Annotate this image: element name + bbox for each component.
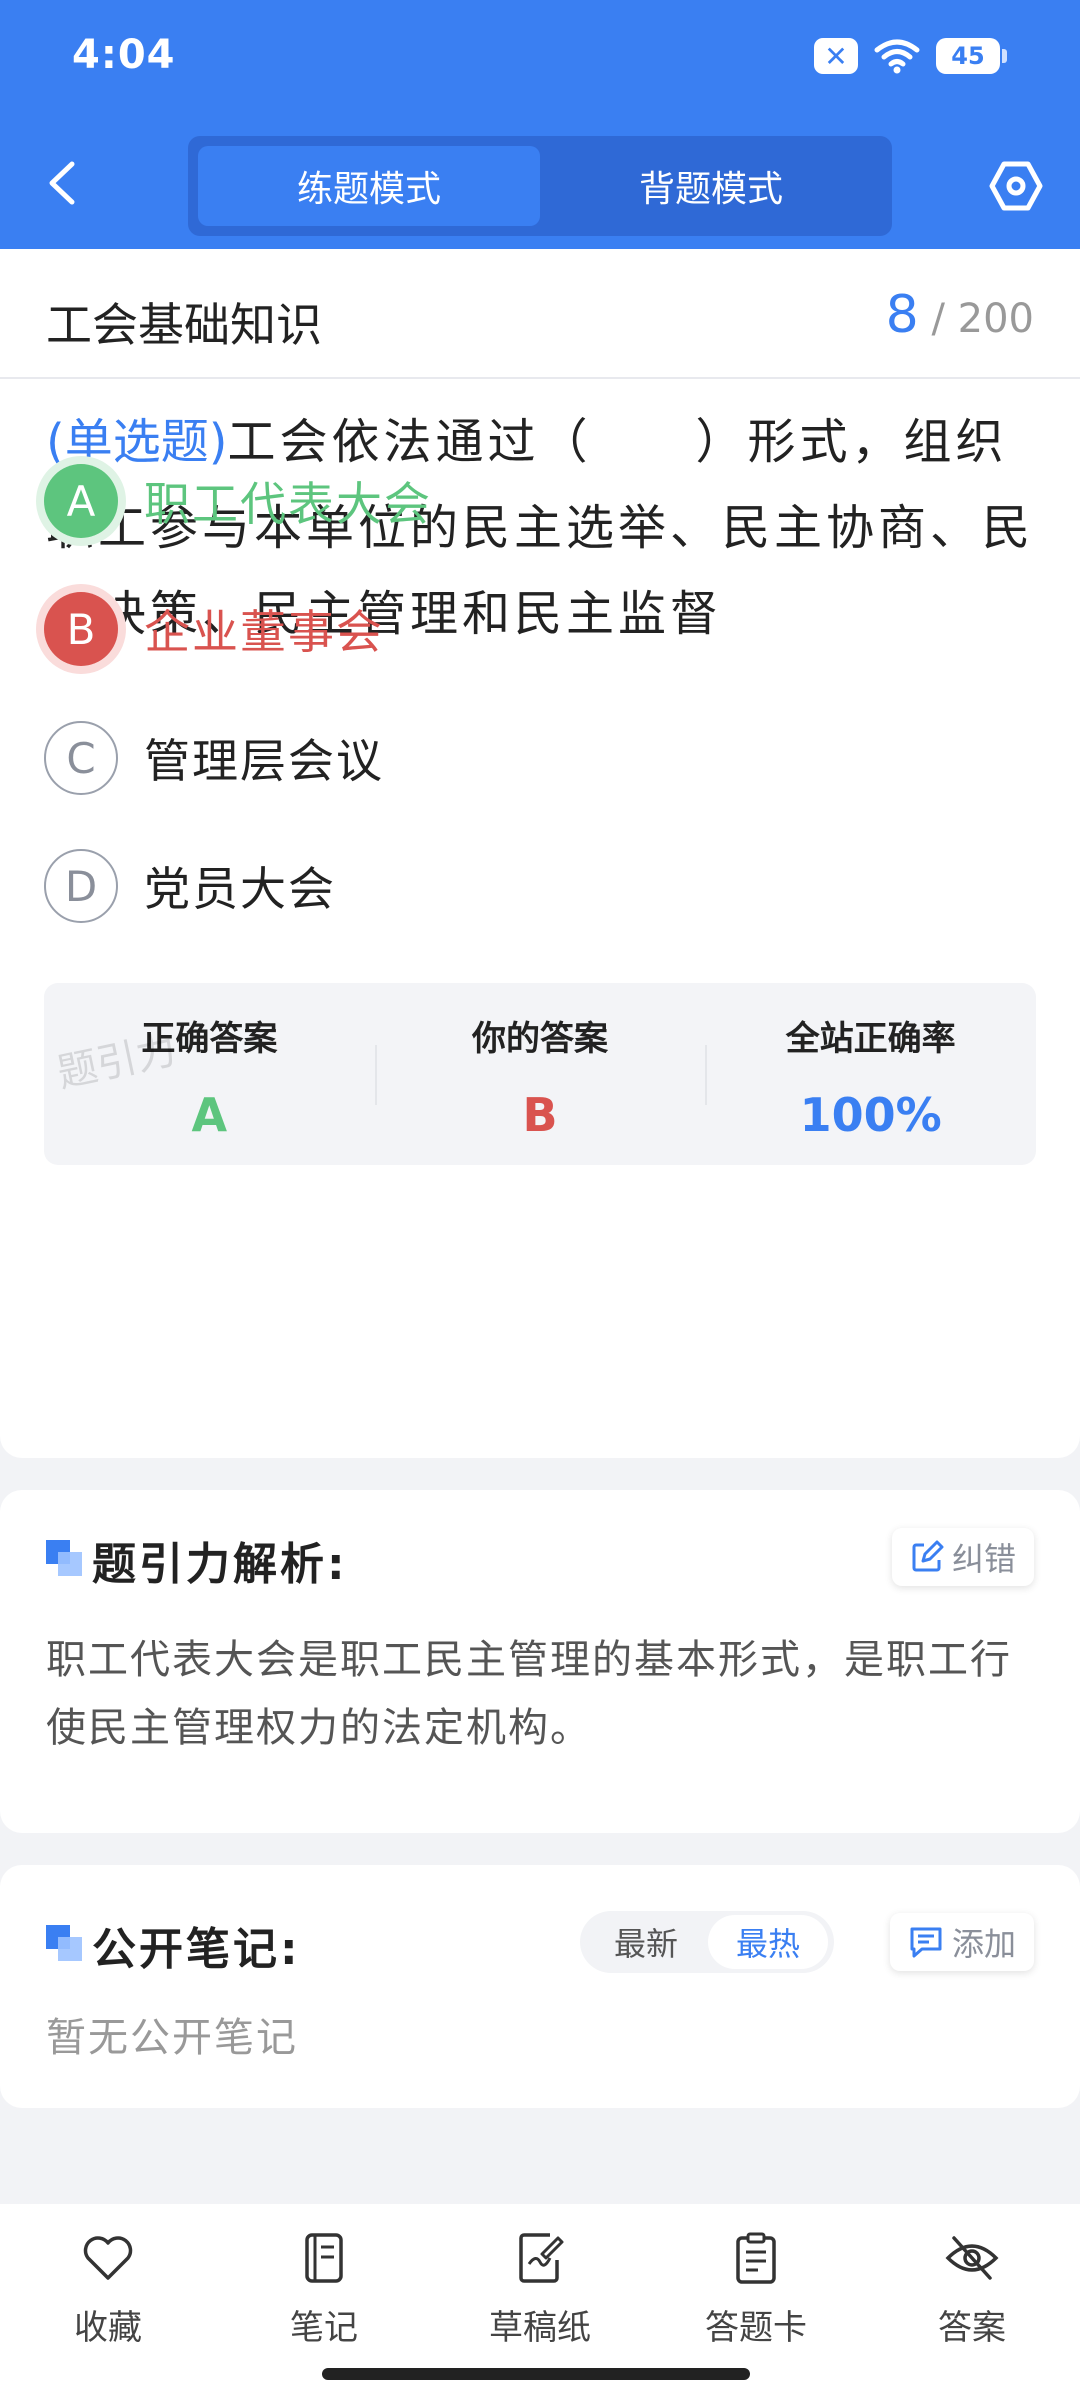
nav-favorite-label: 收藏 (74, 2308, 142, 2348)
nav-notes[interactable]: 笔记 (244, 2230, 404, 2349)
nav-draft-paper-label: 草稿纸 (489, 2308, 591, 2348)
report-error-label: 纠错 (951, 1540, 1016, 1578)
option-c-text: 管理层会议 (144, 734, 384, 788)
current-question-number: 8 (885, 285, 919, 345)
status-icons: ✕ 45 (814, 38, 1007, 74)
analysis-title: 题引力解析: (92, 1539, 348, 1590)
battery-indicator: 45 (936, 38, 1007, 74)
notes-sort-toggle: 最新 最热 (580, 1911, 834, 1973)
hexagon-gear-icon (989, 161, 1043, 211)
tab-memorize-mode[interactable]: 背题模式 (540, 146, 882, 226)
question-counter[interactable]: 8 / 200 (886, 285, 1034, 345)
nav-notes-label: 笔记 (290, 2308, 358, 2348)
option-c[interactable]: C 管理层会议 (44, 718, 944, 798)
correct-answer-value: A (191, 1088, 228, 1142)
wifi-icon (874, 39, 920, 74)
option-b-text: 企业董事会 (144, 605, 384, 659)
draft-paper-icon (519, 2233, 564, 2283)
tab-practice-mode[interactable]: 练题模式 (198, 146, 540, 226)
section-squares-icon (46, 1540, 82, 1576)
option-d-letter: D (44, 849, 118, 923)
option-a[interactable]: A 职工代表大会 (44, 461, 944, 541)
notes-empty-state: 暂无公开笔记 (46, 2015, 298, 2061)
section-squares-icon (46, 1925, 82, 1961)
notes-title: 公开笔记: (92, 1924, 301, 1975)
option-b-letter: B (44, 592, 118, 666)
option-d-text: 党员大会 (144, 862, 336, 916)
heart-icon (83, 2236, 133, 2280)
nav-answer-label: 答案 (938, 2308, 1006, 2348)
topic-title: 工会基础知识 (46, 298, 322, 352)
settings-button[interactable] (988, 158, 1044, 214)
bottom-toolbar: 收藏 笔记 草稿纸 答题卡 答案 (0, 2204, 1080, 2400)
report-error-button[interactable]: 纠错 (891, 1528, 1034, 1586)
edit-icon (912, 1540, 944, 1572)
mode-switch: 练题模式 背题模式 (188, 136, 892, 236)
sort-latest[interactable]: 最新 (586, 1915, 706, 1969)
accuracy-value: 100% (799, 1088, 942, 1142)
option-d[interactable]: D 党员大会 (44, 846, 944, 926)
add-note-label: 添加 (951, 1925, 1016, 1963)
answer-sheet-icon (736, 2232, 776, 2284)
your-answer-label: 你的答案 (472, 1019, 608, 1059)
home-indicator[interactable] (322, 2368, 750, 2380)
nav-answer-sheet-label: 答题卡 (705, 2308, 807, 2348)
sort-hottest[interactable]: 最热 (708, 1915, 828, 1969)
analysis-card: 题引力解析: 纠错 职工代表大会是职工民主管理的基本形式，是职工行使民主管理权力… (0, 1490, 1080, 1833)
your-answer-value: B (522, 1088, 558, 1142)
notebook-icon (305, 2233, 343, 2283)
accuracy-col: 全站正确率 100% (705, 983, 1036, 1165)
analysis-text: 职工代表大会是职工民主管理的基本形式，是职工行使民主管理权力的法定机构。 (46, 1637, 1012, 1751)
add-note-button[interactable]: 添加 (889, 1913, 1034, 1971)
app-header: 4:04 ✕ 45 练题模式 背题模式 (0, 0, 1080, 249)
nav-draft-paper[interactable]: 草稿纸 (460, 2230, 620, 2349)
nav-answer-sheet[interactable]: 答题卡 (676, 2230, 836, 2349)
nav-answer[interactable]: 答案 (892, 2230, 1052, 2349)
status-time: 4:04 (72, 32, 176, 78)
x-badge-icon: ✕ (814, 38, 858, 74)
answer-summary: 正确答案 A 你的答案 B 全站正确率 100% (44, 983, 1036, 1165)
public-notes-card: 公开笔记: 最新 最热 添加 暂无公开笔记 (0, 1865, 1080, 2108)
eye-off-icon (945, 2236, 999, 2280)
chevron-left-icon (49, 161, 75, 205)
option-b[interactable]: B 企业董事会 (44, 589, 944, 669)
your-answer-col: 你的答案 B (374, 983, 706, 1165)
option-c-letter: C (44, 721, 118, 795)
nav-favorite[interactable]: 收藏 (28, 2230, 188, 2349)
question-card: 工会基础知识 8 / 200 (单选题)工会依法通过（ ）形式，组织职工参与本单… (0, 249, 1080, 1458)
comment-icon (910, 1927, 942, 1958)
option-a-text: 职工代表大会 (144, 477, 432, 531)
total-questions: / 200 (931, 296, 1034, 342)
back-button[interactable] (42, 158, 82, 208)
option-a-letter: A (44, 464, 118, 538)
accuracy-label: 全站正确率 (785, 1019, 956, 1059)
topic-row: 工会基础知识 8 / 200 (0, 249, 1080, 379)
